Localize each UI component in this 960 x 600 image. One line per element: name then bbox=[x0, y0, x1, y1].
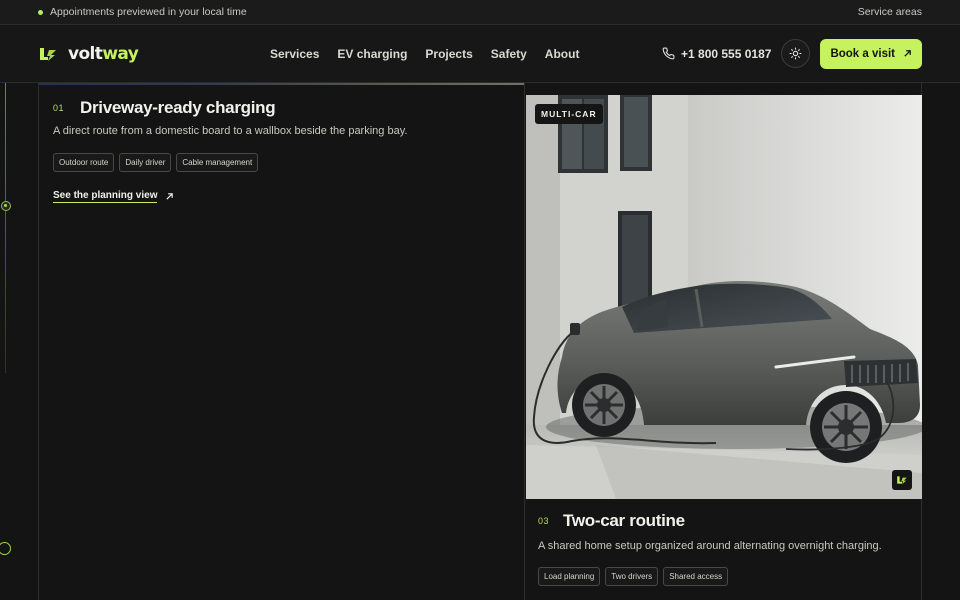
project-card-two-car: MULTI-CAR 03 Two-car routine A shared ho… bbox=[524, 83, 922, 600]
site-header: voltway Services EV charging Projects Sa… bbox=[0, 25, 960, 83]
project-card-driveway: 01 Driveway-ready charging A direct rout… bbox=[38, 83, 525, 600]
appointments-notice: Appointments previewed in your local tim… bbox=[38, 6, 247, 18]
planning-view-link[interactable]: See the planning view bbox=[53, 190, 174, 203]
voltway-logo-icon bbox=[40, 47, 56, 61]
tag: Cable management bbox=[176, 153, 259, 172]
service-areas-link[interactable]: Service areas bbox=[858, 6, 922, 18]
phone-number: +1 800 555 0187 bbox=[681, 46, 772, 61]
voltway-logo-icon bbox=[897, 476, 907, 485]
arrow-up-right-icon bbox=[166, 193, 174, 200]
brand-logo[interactable]: voltway bbox=[38, 44, 270, 64]
tag: Shared access bbox=[663, 567, 729, 586]
tag: Two drivers bbox=[605, 567, 659, 586]
header-actions: +1 800 555 0187 Book a visit bbox=[662, 38, 922, 69]
main-nav: Services EV charging Projects Safety Abo… bbox=[270, 47, 579, 61]
nav-item-projects[interactable]: Projects bbox=[425, 47, 472, 61]
brand-name: voltway bbox=[68, 43, 139, 64]
nav-item-safety[interactable]: Safety bbox=[491, 47, 527, 61]
planning-view-label: See the planning view bbox=[53, 190, 158, 203]
card-description: A direct route from a domestic board to … bbox=[53, 125, 408, 137]
card-title: Driveway-ready charging bbox=[80, 98, 276, 117]
nav-item-ev-charging[interactable]: EV charging bbox=[337, 47, 407, 61]
card-number: 01 bbox=[53, 103, 65, 113]
arrow-up-right-icon bbox=[904, 50, 911, 57]
notice-text: Appointments previewed in your local tim… bbox=[50, 6, 247, 18]
card-description: A shared home setup organized around alt… bbox=[538, 540, 882, 552]
book-visit-button[interactable]: Book a visit bbox=[820, 38, 922, 69]
card-image-edge bbox=[39, 83, 525, 85]
card-heading: 03 Two-car routine bbox=[538, 511, 685, 531]
card-tags: Outdoor route Daily driver Cable managem… bbox=[53, 153, 259, 172]
status-dot-icon bbox=[38, 9, 43, 15]
tag: Daily driver bbox=[119, 153, 172, 172]
charging-car-illustration bbox=[526, 95, 922, 499]
book-visit-label: Book a visit bbox=[830, 47, 895, 60]
theme-toggle-button[interactable] bbox=[781, 39, 811, 68]
car-charging-photo: MULTI-CAR bbox=[526, 95, 922, 499]
nav-item-services[interactable]: Services bbox=[270, 47, 319, 61]
brand-name-part1: volt bbox=[68, 43, 103, 64]
announcement-bar: Appointments previewed in your local tim… bbox=[0, 0, 960, 25]
tag: Load planning bbox=[538, 567, 601, 586]
nav-item-about[interactable]: About bbox=[545, 47, 580, 61]
brand-name-part2: way bbox=[102, 43, 139, 64]
sun-icon bbox=[789, 47, 802, 60]
multi-car-badge: MULTI-CAR bbox=[535, 104, 603, 124]
timeline-rail bbox=[5, 83, 6, 373]
voltway-mini-logo-icon bbox=[892, 470, 912, 490]
card-title: Two-car routine bbox=[563, 511, 685, 530]
timeline-marker-icon bbox=[1, 201, 11, 211]
card-tags: Load planning Two drivers Shared access bbox=[538, 567, 729, 586]
card-number: 03 bbox=[538, 516, 550, 526]
phone-link[interactable]: +1 800 555 0187 bbox=[662, 47, 771, 61]
phone-icon bbox=[662, 47, 675, 60]
timeline-ring-icon bbox=[0, 542, 11, 555]
tag: Outdoor route bbox=[53, 153, 115, 172]
card-heading: 01 Driveway-ready charging bbox=[53, 98, 276, 118]
